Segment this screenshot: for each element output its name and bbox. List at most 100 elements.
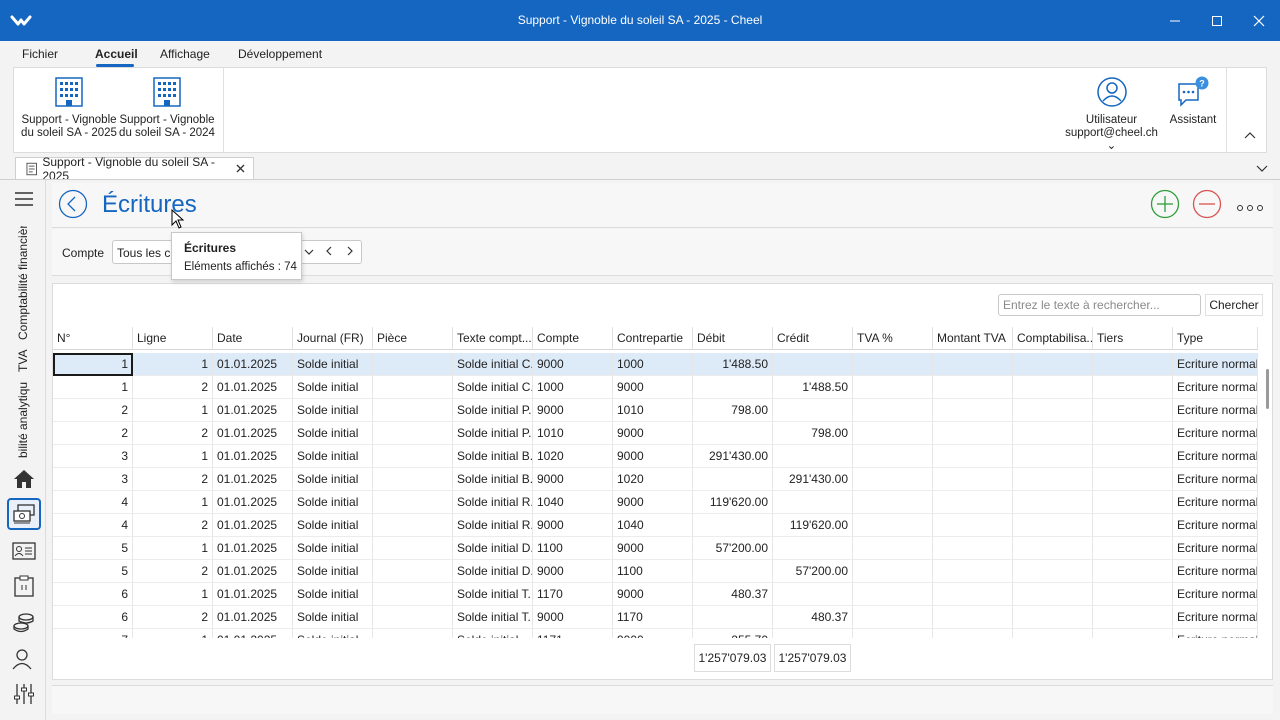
table-cell[interactable] (373, 560, 453, 583)
table-cell[interactable]: 1010 (613, 399, 693, 422)
table-cell[interactable]: 9000 (533, 514, 613, 537)
table-cell[interactable]: Ecriture normale (1173, 491, 1258, 514)
table-cell[interactable] (933, 629, 1013, 638)
table-cell[interactable]: Ecriture normale (1173, 629, 1258, 638)
table-cell[interactable] (773, 445, 853, 468)
table-row[interactable]: 2 2 01.01.2025 Solde initial Solde initial P… (53, 422, 1258, 445)
table-cell[interactable] (933, 606, 1013, 629)
table-cell[interactable]: Ecriture normale (1173, 353, 1258, 376)
remove-entry-button[interactable] (1192, 189, 1222, 222)
table-cell[interactable] (933, 399, 1013, 422)
table-cell[interactable]: Solde initial D... (453, 560, 533, 583)
table-cell[interactable] (933, 468, 1013, 491)
table-cell[interactable] (373, 583, 453, 606)
table-cell[interactable]: 2 (53, 399, 133, 422)
table-cell[interactable] (853, 514, 933, 537)
table-cell[interactable]: 798.00 (773, 422, 853, 445)
table-cell[interactable]: 255.70 (693, 629, 773, 638)
search-input[interactable] (998, 294, 1201, 316)
table-cell[interactable] (1093, 399, 1173, 422)
more-options-button[interactable] (1236, 201, 1264, 215)
table-cell[interactable] (853, 353, 933, 376)
table-cell[interactable]: 1 (133, 399, 213, 422)
table-cell[interactable] (1013, 468, 1093, 491)
table-row[interactable]: 1 1 01.01.2025 Solde initial Solde initial C… (53, 353, 1258, 376)
table-cell[interactable]: 1100 (613, 560, 693, 583)
table-row[interactable]: 7101.01.2025Solde initial Solde initial .… (53, 629, 1258, 638)
table-cell[interactable]: 1171 (533, 629, 613, 638)
table-cell[interactable] (1093, 583, 1173, 606)
table-cell[interactable]: 2 (133, 422, 213, 445)
table-cell[interactable]: 1000 (533, 376, 613, 399)
table-cell[interactable]: Solde initial (293, 376, 373, 399)
table-cell[interactable]: 798.00 (693, 399, 773, 422)
tabs-dropdown-button[interactable] (1256, 162, 1268, 176)
table-cell[interactable]: 9000 (533, 560, 613, 583)
table-cell[interactable]: 6 (53, 583, 133, 606)
table-cell[interactable] (853, 583, 933, 606)
table-cell[interactable] (1013, 491, 1093, 514)
table-cell[interactable] (1093, 422, 1173, 445)
table-cell[interactable] (373, 629, 453, 638)
table-cell[interactable] (1093, 468, 1173, 491)
table-cell[interactable]: Solde initial P... (453, 399, 533, 422)
table-cell[interactable]: Solde initial P... (453, 422, 533, 445)
search-button[interactable]: Chercher (1205, 294, 1263, 316)
table-cell[interactable]: Solde initial C... (453, 376, 533, 399)
table-cell[interactable] (933, 537, 1013, 560)
next-account-button[interactable] (346, 245, 354, 259)
table-cell[interactable]: 3 (53, 445, 133, 468)
table-cell[interactable]: 1020 (533, 445, 613, 468)
table-cell[interactable] (773, 583, 853, 606)
company-2025-button[interactable]: Support - Vignoble du soleil SA - 2025 (20, 76, 118, 140)
table-cell[interactable]: Ecriture normale (1173, 583, 1258, 606)
hamburger-menu-button[interactable] (15, 192, 33, 209)
table-cell[interactable] (1093, 491, 1173, 514)
table-cell[interactable]: Solde initial B... (453, 445, 533, 468)
table-cell[interactable]: 1100 (533, 537, 613, 560)
table-cell[interactable] (853, 560, 933, 583)
menu-tab-fichier[interactable]: Fichier (22, 47, 58, 61)
column-header[interactable]: Ligne (133, 327, 213, 350)
table-cell[interactable] (1093, 537, 1173, 560)
table-cell[interactable]: 9000 (613, 583, 693, 606)
table-cell[interactable]: 9000 (613, 537, 693, 560)
table-cell[interactable] (373, 353, 453, 376)
table-cell[interactable]: Solde initial B... (453, 468, 533, 491)
table-cell[interactable]: 01.01.2025 (213, 353, 293, 376)
table-cell[interactable]: Ecriture normale (1173, 468, 1258, 491)
column-header[interactable]: Comptabilisa... (1013, 327, 1093, 350)
table-cell[interactable]: 5 (53, 560, 133, 583)
table-cell[interactable]: 01.01.2025 (213, 629, 293, 638)
table-cell[interactable]: 9000 (613, 491, 693, 514)
table-row[interactable]: 2 1 01.01.2025 Solde initial Solde initial P… (53, 399, 1258, 422)
collapse-ribbon-button[interactable] (1244, 128, 1256, 142)
column-header[interactable]: N° (53, 327, 133, 350)
table-cell[interactable]: Solde initial R... (453, 514, 533, 537)
menu-tab-affichage[interactable]: Affichage (160, 47, 210, 61)
maximize-button[interactable] (1196, 0, 1238, 41)
table-cell[interactable] (373, 445, 453, 468)
table-cell[interactable] (693, 606, 773, 629)
table-cell[interactable]: 2 (133, 514, 213, 537)
table-cell[interactable]: 2 (133, 376, 213, 399)
table-cell[interactable] (933, 491, 1013, 514)
table-cell[interactable]: 01.01.2025 (213, 514, 293, 537)
table-cell[interactable]: 01.01.2025 (213, 399, 293, 422)
assistant-button[interactable]: ? Assistant (1164, 76, 1222, 127)
table-row[interactable]: 4 2 01.01.2025 Solde initial Solde initial R… (53, 514, 1258, 537)
table-cell[interactable]: 1 (133, 537, 213, 560)
close-tab-button[interactable] (236, 162, 245, 176)
table-cell[interactable] (1093, 376, 1173, 399)
table-cell[interactable]: Ecriture normale (1173, 514, 1258, 537)
table-cell[interactable]: Solde initial (293, 353, 373, 376)
table-row[interactable]: 1 2 01.01.2025 Solde initial Solde initial C… (53, 376, 1258, 399)
table-cell[interactable]: Ecriture normale (1173, 399, 1258, 422)
scrollbar-thumb[interactable] (1266, 369, 1269, 409)
table-cell[interactable]: 291'430.00 (693, 445, 773, 468)
table-cell[interactable] (693, 514, 773, 537)
table-cell[interactable]: 9000 (533, 399, 613, 422)
table-cell[interactable] (853, 468, 933, 491)
column-header[interactable]: Contrepartie (613, 327, 693, 350)
sidebar-entries-button[interactable] (7, 498, 41, 530)
